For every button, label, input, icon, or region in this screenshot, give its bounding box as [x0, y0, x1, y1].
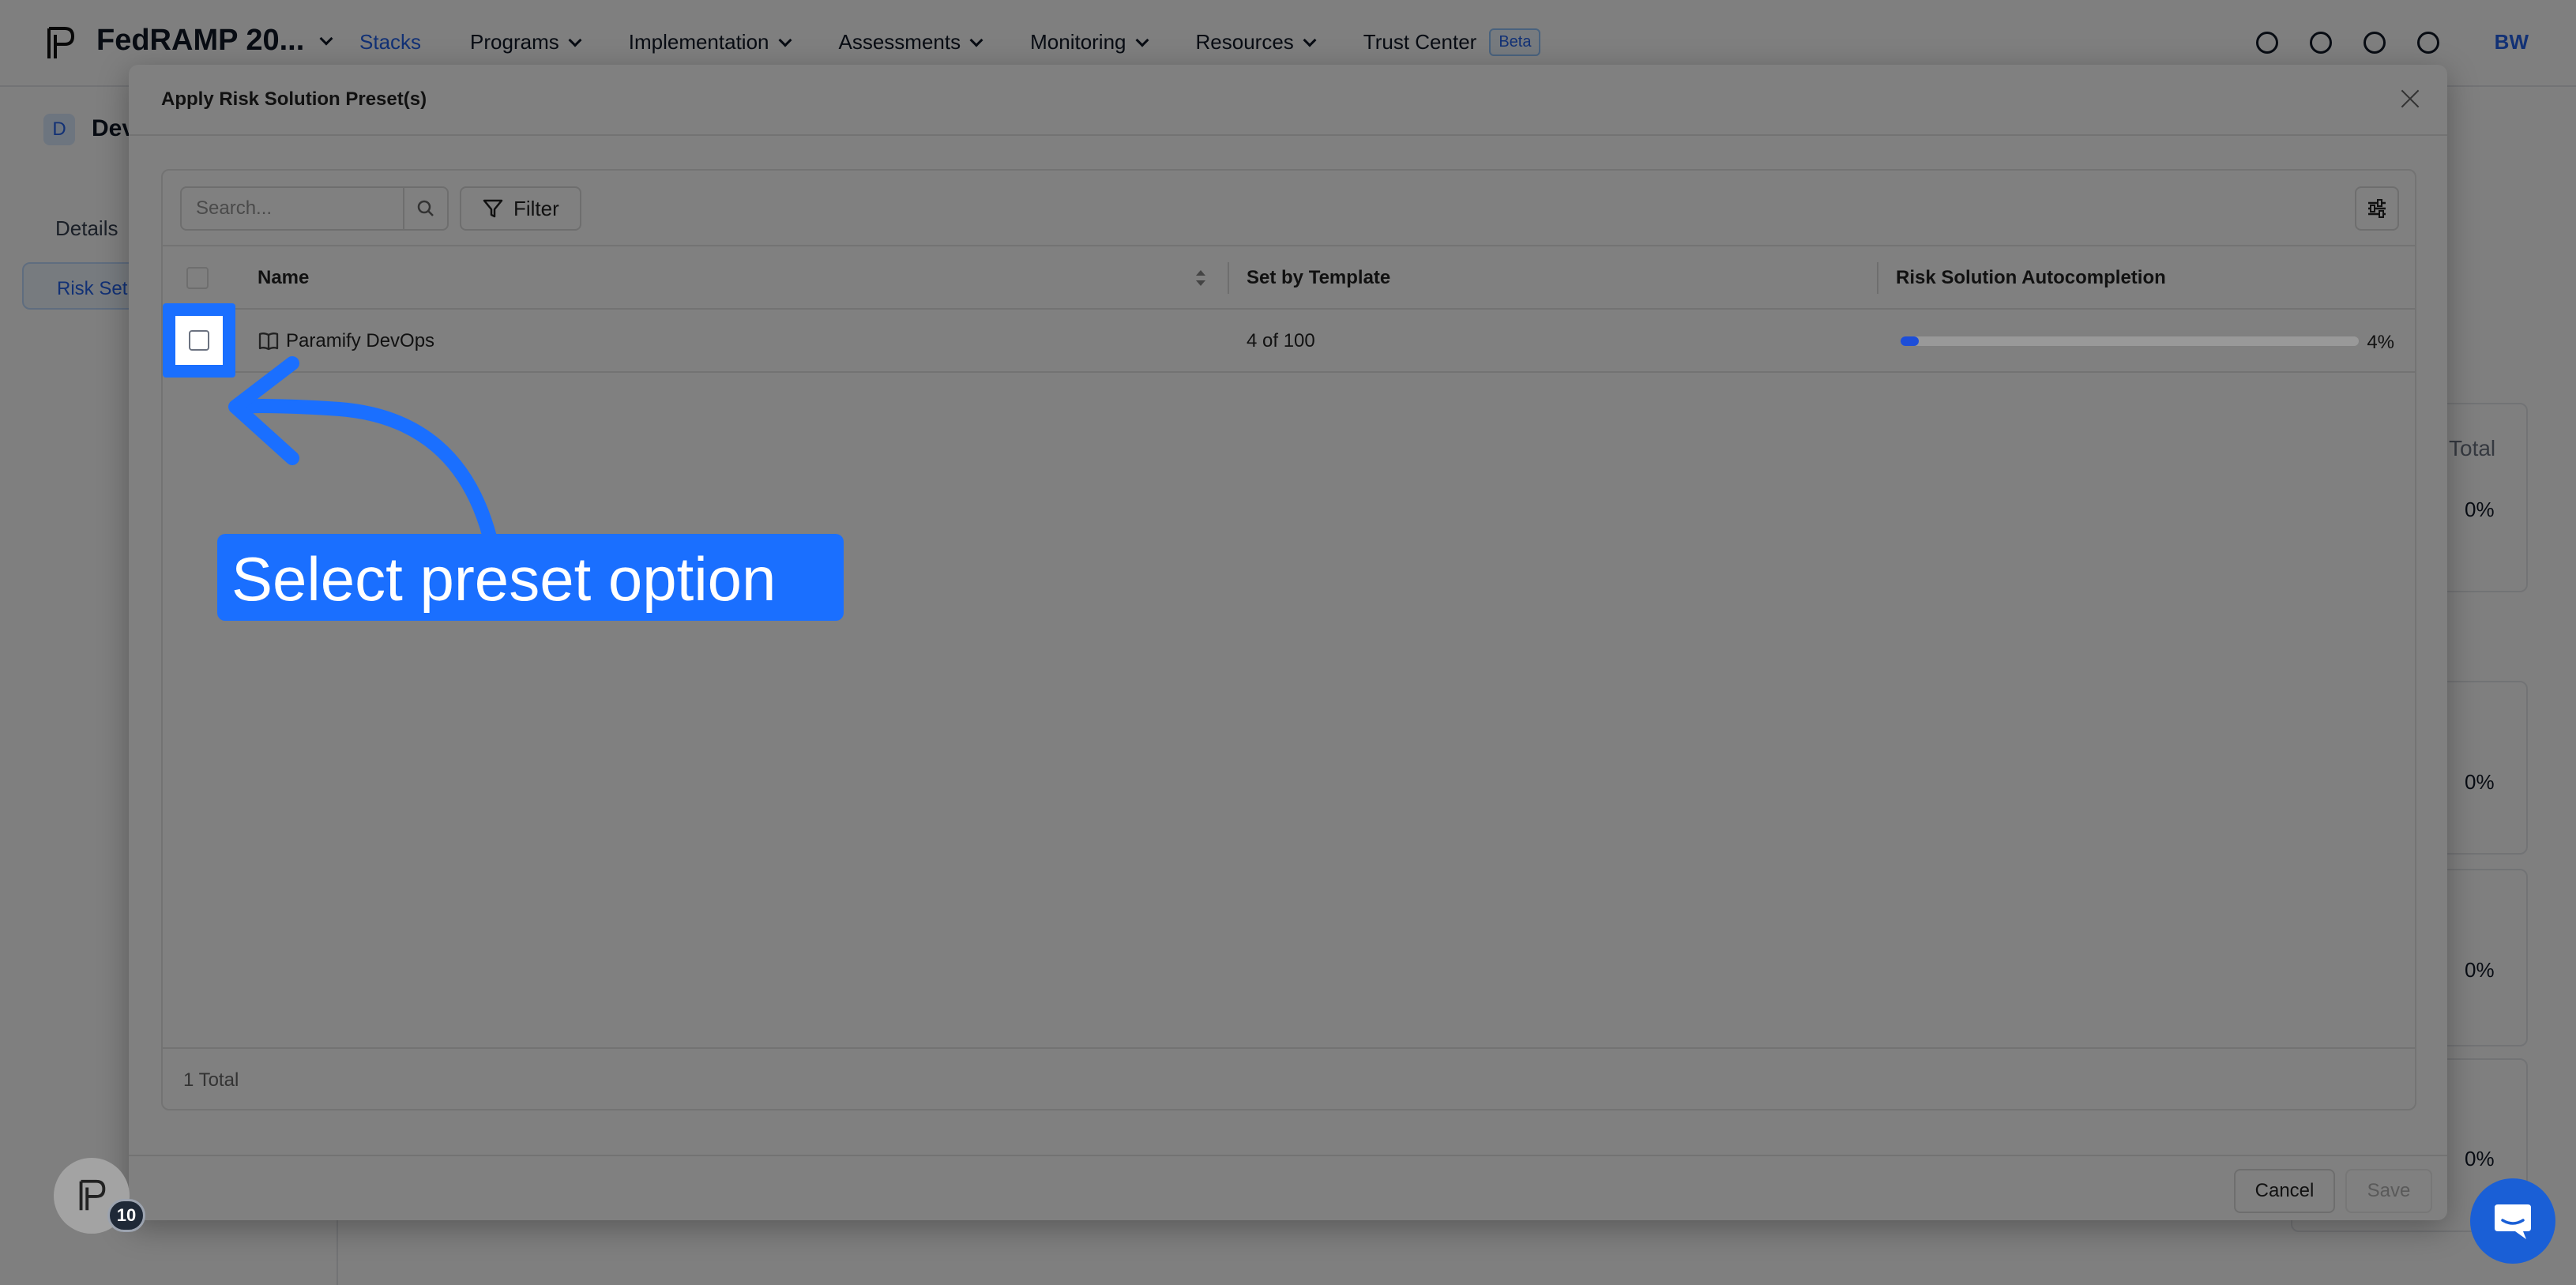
- tutorial-callout: Select preset option: [217, 534, 844, 621]
- search-input[interactable]: [182, 188, 404, 229]
- set-by-template-value: 4 of 100: [1247, 330, 1315, 351]
- highlight-inner: [175, 316, 223, 365]
- column-divider[interactable]: [1228, 262, 1229, 294]
- modal-footer: Cancel Save: [129, 1155, 2447, 1220]
- row-select-checkbox[interactable]: [189, 330, 209, 351]
- select-all-checkbox[interactable]: [186, 267, 209, 289]
- sort-icon[interactable]: [1193, 267, 1209, 289]
- paramify-logo-icon: [79, 1179, 106, 1211]
- column-divider[interactable]: [1877, 262, 1878, 294]
- modal-header: Apply Risk Solution Preset(s): [129, 65, 2447, 136]
- table-header: Name Set by Template Risk Solution Autoc…: [163, 246, 2415, 310]
- search-button[interactable]: [404, 188, 447, 229]
- close-icon[interactable]: [2397, 85, 2424, 112]
- sliders-icon: [2368, 199, 2386, 218]
- table-footer: 1 Total: [163, 1047, 2415, 1110]
- total-count: 1 Total: [183, 1069, 239, 1091]
- presets-table: Filter Name Set by Template: [161, 169, 2416, 1110]
- callout-text: Select preset option: [231, 544, 777, 614]
- search-icon: [417, 200, 434, 216]
- chat-bubble-icon: [2495, 1204, 2531, 1239]
- autocompletion-progress-fill: [1901, 336, 1920, 346]
- chat-button[interactable]: [2470, 1178, 2555, 1264]
- autocompletion-percent: 4%: [2367, 332, 2394, 353]
- column-settings-button[interactable]: [2355, 186, 2399, 231]
- modal-title: Apply Risk Solution Preset(s): [161, 88, 427, 110]
- apply-preset-modal: Apply Risk Solution Preset(s) Filter: [129, 65, 2447, 1220]
- table-toolbar: Filter: [163, 171, 2415, 246]
- cancel-button[interactable]: Cancel: [2234, 1169, 2335, 1213]
- filter-button[interactable]: Filter: [460, 186, 581, 231]
- column-header-autocompletion[interactable]: Risk Solution Autocompletion: [1896, 267, 2166, 289]
- autocompletion-progress: [1901, 336, 2359, 346]
- save-button[interactable]: Save: [2345, 1169, 2432, 1213]
- filter-label: Filter: [513, 196, 559, 220]
- filter-icon: [483, 199, 503, 218]
- curved-arrow-icon: [228, 356, 497, 544]
- column-header-name[interactable]: Name: [258, 267, 309, 289]
- column-header-set-by-template[interactable]: Set by Template: [1247, 267, 1390, 289]
- notification-count-badge: 10: [107, 1199, 145, 1232]
- search-box: [180, 186, 449, 231]
